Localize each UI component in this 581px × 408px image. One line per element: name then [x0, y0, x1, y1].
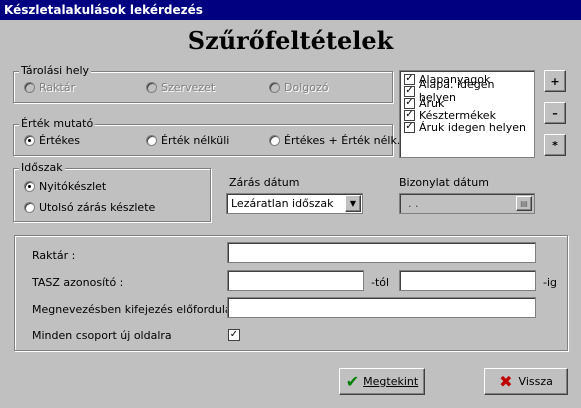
- radio-icon: [146, 82, 157, 93]
- expression-input[interactable]: [227, 297, 536, 318]
- voucher-date-value: . .: [408, 197, 419, 210]
- closing-date-value: Lezáratlan időszak: [231, 197, 334, 210]
- tasz-to-suffix: -ig: [543, 276, 558, 289]
- radio-checked-icon: [24, 181, 35, 192]
- storage-group-label: Tárolási hely: [19, 64, 92, 77]
- new-page-label: Minden csoport új oldalra: [32, 329, 172, 342]
- checkbox-checked-icon: ✓: [404, 109, 415, 121]
- category-item-label: Áruk idegen helyen: [419, 120, 526, 134]
- value-option-both[interactable]: Értékes + Érték nélk.: [269, 134, 400, 147]
- page-heading: Szűrőfeltételek: [187, 26, 394, 55]
- category-item[interactable]: ✓ Alapa. idegen helyen: [400, 78, 534, 104]
- value-option-valued[interactable]: Értékes: [24, 134, 80, 147]
- window-title: Készletalakulások lekérdezés: [0, 0, 581, 20]
- checkmark-icon: ✔: [345, 372, 360, 391]
- period-group-label: Időszak: [19, 161, 65, 174]
- select-all-button[interactable]: *: [544, 134, 566, 156]
- period-option-label: Nyitókészlet: [39, 180, 107, 193]
- storage-option-warehouse[interactable]: Raktár: [24, 81, 75, 94]
- checkbox-checked-icon: ✓: [404, 121, 415, 133]
- calendar-icon[interactable]: ▤: [516, 196, 532, 211]
- storage-option-organization[interactable]: Szervezet: [146, 81, 215, 94]
- closing-date-select[interactable]: Lezáratlan időszak ▼: [226, 193, 363, 214]
- value-option-valueless[interactable]: Érték nélküli: [146, 134, 229, 147]
- tasz-label: TASZ azonosító :: [32, 276, 124, 289]
- checkbox-checked-icon: ✓: [404, 85, 415, 97]
- view-button-label: Megtekint: [363, 375, 419, 388]
- checkbox-checked-icon: ✓: [404, 73, 415, 85]
- radio-checked-icon: [24, 135, 35, 146]
- new-page-checkbox[interactable]: ✓: [228, 329, 240, 341]
- back-button-label: Vissza: [518, 375, 553, 388]
- voucher-date-field[interactable]: . . ▤: [399, 193, 535, 214]
- radio-icon: [269, 82, 280, 93]
- warehouse-input[interactable]: [227, 242, 536, 263]
- chevron-down-icon[interactable]: ▼: [345, 195, 361, 212]
- remove-button[interactable]: –: [544, 102, 566, 124]
- closing-date-label: Zárás dátum: [229, 176, 300, 189]
- tasz-from-suffix: -tól: [371, 276, 390, 289]
- period-option-label: Utolsó zárás készlete: [39, 201, 156, 214]
- back-button[interactable]: ✖ Vissza: [484, 368, 568, 395]
- storage-option-label: Raktár: [39, 81, 76, 94]
- period-option-last-closing[interactable]: Utolsó zárás készlete: [24, 201, 155, 214]
- close-icon: ✖: [499, 372, 513, 391]
- storage-option-label: Szervezet: [161, 81, 216, 94]
- radio-icon: [269, 135, 280, 146]
- radio-icon: [146, 135, 157, 146]
- value-indicator-group-label: Érték mutató: [19, 117, 96, 130]
- checkbox-checked-icon: ✓: [404, 97, 415, 109]
- expression-label: Megnevezésben kifejezés előfordulás :: [32, 303, 245, 316]
- period-option-opening[interactable]: Nyitókészlet: [24, 180, 106, 193]
- category-item[interactable]: ✓ Áruk idegen helyen: [400, 120, 534, 134]
- storage-option-employee[interactable]: Dolgozó: [269, 81, 328, 94]
- add-button[interactable]: +: [544, 70, 566, 92]
- radio-icon: [24, 202, 35, 213]
- storage-option-label: Dolgozó: [284, 81, 329, 94]
- view-button[interactable]: ✔ Megtekint: [339, 368, 425, 395]
- category-listbox[interactable]: ✓ Alapanyagok ✓ Alapa. idegen helyen ✓ Áruk…: [399, 70, 535, 158]
- tasz-from-input[interactable]: [227, 270, 364, 291]
- category-item[interactable]: ✓ Késztermékek: [400, 109, 534, 122]
- radio-icon: [24, 82, 35, 93]
- value-option-label: Értékes: [39, 134, 81, 147]
- voucher-date-label: Bizonylat dátum: [399, 176, 489, 189]
- warehouse-label: Raktár :: [32, 249, 76, 262]
- value-option-label: Értékes + Érték nélk.: [284, 134, 401, 147]
- tasz-to-input[interactable]: [399, 270, 536, 291]
- value-option-label: Érték nélküli: [161, 134, 230, 147]
